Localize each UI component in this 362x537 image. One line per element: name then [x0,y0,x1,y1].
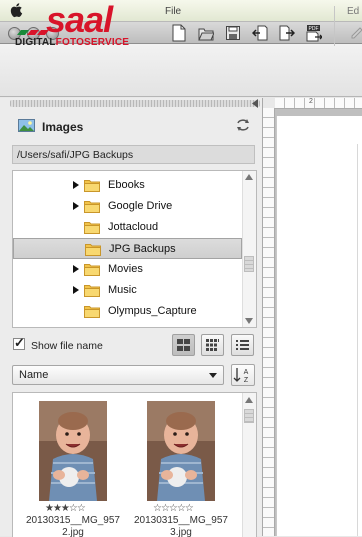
folder-tree-item[interactable]: JPG Backups [13,238,242,259]
sort-z-letter: Z [244,377,249,384]
folder-icon [84,201,100,213]
folder-tree-item[interactable]: Ebooks [13,175,242,196]
scroll-up-arrow-icon[interactable] [245,174,253,180]
folder-icon [84,180,100,192]
folder-icon [84,222,100,234]
folder-tree: Ebooks Google Drive Jottacloud JPG Backups M… [12,170,257,328]
folder-tree-scrollbar[interactable] [242,171,256,327]
folder-name-label: JPG Backups [109,243,176,255]
scroll-up-arrow-icon[interactable] [245,397,253,403]
list-view-button[interactable] [231,334,254,356]
canvas-page[interactable] [276,116,362,536]
baby-photo-image [147,401,215,501]
thumbnail-filename-line1: 20130315__MG_957 [134,515,228,526]
pdf-badge-text: PDF [309,26,319,32]
save-icon[interactable] [225,24,241,42]
edit-group-label: Ed [347,6,360,17]
page-margin-guide [357,144,362,536]
sort-direction-button[interactable]: A Z [231,364,255,386]
disclosure-triangle-icon[interactable] [73,181,79,189]
show-file-name-label: Show file name [31,340,103,352]
small-grid-view-button[interactable] [201,334,224,356]
folder-tree-item[interactable]: Movies [13,259,242,280]
folder-tree-item[interactable]: Google Drive [13,196,242,217]
folder-icon [85,244,101,256]
logo-subtitle: DIGITALFOTOSERVICE [15,37,129,48]
folder-icon [84,306,100,318]
new-document-icon[interactable] [171,24,187,42]
folder-name-label: Google Drive [108,200,173,212]
open-folder-icon[interactable] [198,24,214,42]
toolbar-divider [334,6,335,46]
logo-sub-digital: DIGITAL [15,37,56,48]
sort-by-select[interactable]: Name [12,365,224,385]
images-panel-header: Images [10,112,260,140]
images-panel-title: Images [42,120,84,134]
folder-tree-scroll-thumb[interactable] [244,256,254,272]
list-view-icon [236,340,249,350]
saal-logo: saal [46,0,113,40]
folder-name-label: Movies [108,263,143,275]
toolbar [0,44,362,97]
checkmark-icon: ✓ [14,335,25,350]
collapse-panel-icon[interactable] [251,99,259,108]
refresh-icon[interactable] [235,118,251,132]
folder-icon [84,285,100,297]
large-grid-icon [177,339,190,351]
sort-by-value: Name [19,369,49,381]
thumbnail-filename-line1: 20130315__MG_957 [26,515,120,526]
folder-tree-item[interactable]: Music [13,280,242,301]
current-path-field[interactable]: /Users/safi/JPG Backups [12,145,255,164]
disclosure-triangle-icon[interactable] [73,265,79,273]
folder-tree-item[interactable]: Jottacloud [13,217,242,238]
edit-action-icon[interactable] [350,24,362,42]
small-grid-icon [206,339,219,351]
star-rating[interactable]: ★★★☆☆ [45,503,86,514]
import-icon[interactable] [252,24,268,42]
thumbnail-scrollbar[interactable] [242,393,256,537]
disclosure-triangle-icon[interactable] [73,286,79,294]
folder-name-label: Olympus_Capture [108,305,197,317]
folder-icon [84,264,100,276]
image-thumbnail-grid: ★★★☆☆ 20130315__MG_957 2.jpg ☆☆☆☆☆ 20130315_… [12,392,257,537]
horizontal-ruler-ticks [275,98,362,108]
file-group-label: File [165,6,182,17]
star-rating[interactable]: ☆☆☆☆☆ [153,503,194,514]
vertical-ruler [263,108,275,536]
disclosure-triangle-icon[interactable] [73,202,79,210]
folder-name-label: Music [108,284,137,296]
large-grid-view-button[interactable] [172,334,195,356]
sort-az-icon: A Z [233,368,249,384]
folder-name-label: Ebooks [108,179,145,191]
show-file-name-checkbox[interactable]: ✓ [13,335,25,350]
logo-sub-fotoservice: FOTOSERVICE [55,37,130,48]
logo-stripes-icon [17,30,49,35]
thumbnail-scroll-thumb[interactable] [244,409,254,423]
sort-a-letter: A [244,369,249,376]
images-icon [18,119,35,132]
panel-splitter-handle[interactable] [10,100,260,107]
chevron-down-icon [209,373,217,378]
export-icon[interactable] [279,24,295,42]
scroll-down-arrow-icon[interactable] [245,318,253,324]
folder-tree-item[interactable]: Olympus_Capture [13,301,242,322]
export-pdf-icon[interactable]: PDF [306,24,322,42]
apple-menu-icon[interactable] [9,2,25,18]
baby-photo-image [39,401,107,501]
folder-name-label: Jottacloud [108,221,159,233]
ruler-tick-label: 2 [309,98,313,105]
